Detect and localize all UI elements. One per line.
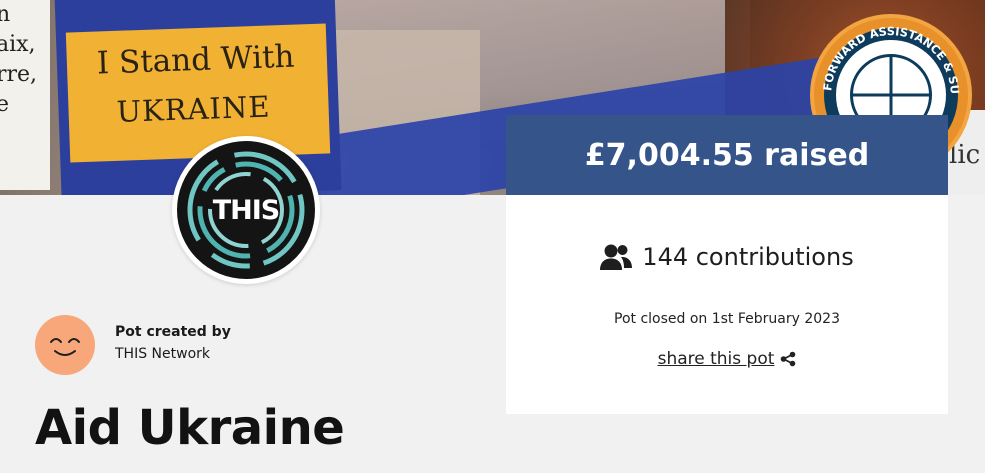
creator-name: THIS Network (115, 346, 210, 362)
left-sign-line: n (0, 2, 11, 27)
creator-avatar (35, 315, 95, 375)
left-sign-line: e (0, 92, 10, 117)
hero-sign-line1: I Stand With (96, 38, 296, 82)
org-logo-text: THIS (212, 194, 281, 226)
org-logo: THIS (172, 136, 320, 284)
raised-banner: £7,004.55 raised (506, 115, 948, 195)
stats-card: 144 contributions Pot closed on 1st Febr… (506, 195, 948, 414)
hero-left-sign: n aix, rre, e (0, 0, 50, 190)
left-sign-line: rre, (0, 62, 38, 87)
org-logo-disc: THIS (177, 141, 315, 279)
left-sign-line: aix, (0, 32, 36, 57)
share-icon (781, 351, 796, 367)
share-row: share this pot (506, 349, 948, 369)
hero-sign-line2: UKRAINE (116, 89, 272, 129)
pot-title: Aid Ukraine (35, 400, 345, 456)
users-icon (600, 244, 633, 270)
share-pot-label: share this pot (657, 349, 775, 369)
contributions-count: 144 contributions (642, 243, 854, 271)
share-pot-link[interactable]: share this pot (658, 349, 797, 369)
smiley-icon (50, 338, 80, 356)
contributions-row: 144 contributions (506, 243, 948, 271)
raised-amount: £7,004.55 raised (584, 137, 870, 173)
pot-closed-date: Pot closed on 1st February 2023 (614, 311, 840, 327)
created-by-label: Pot created by (115, 324, 231, 340)
